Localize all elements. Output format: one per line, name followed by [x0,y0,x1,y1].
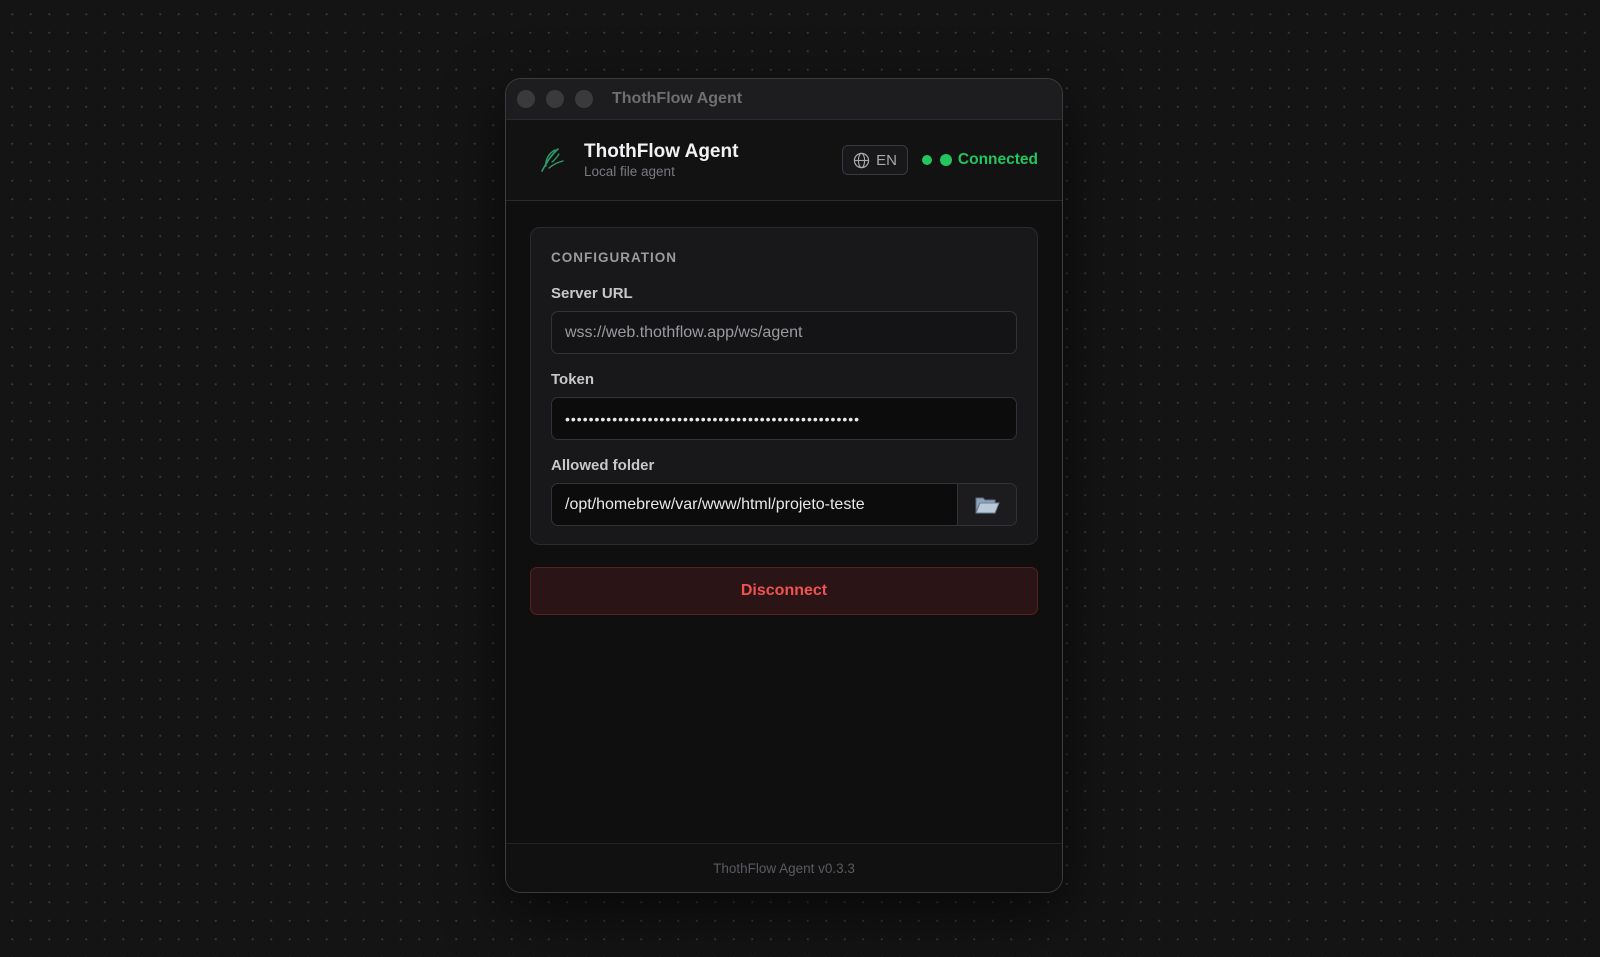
globe-icon [853,152,870,168]
feather-logo-icon [541,148,564,172]
token-input[interactable]: ••••••••••••••••••••••••••••••••••••••••… [551,397,1017,440]
window-title: ThothFlow Agent [612,90,743,107]
window-titlebar[interactable]: ThothFlow Agent [506,79,1062,120]
language-label: EN [876,151,897,169]
server-url-label: Server URL [551,285,633,302]
main-content: CONFIGURATION Server URL wss://web.thoth… [506,201,1062,615]
allowed-folder-input[interactable]: /opt/homebrew/var/www/html/projeto-teste [552,484,957,525]
configuration-card: CONFIGURATION Server URL wss://web.thoth… [530,227,1038,545]
connection-status: Connected [921,151,1038,169]
app-subtitle: Local file agent [584,163,675,179]
brand-block: ThothFlow Agent Local file agent [584,141,842,180]
window-close-button[interactable] [517,90,535,108]
browse-folder-button[interactable] [957,484,1016,525]
window-zoom-button[interactable] [575,90,593,108]
disconnect-button[interactable]: Disconnect [530,567,1038,615]
app-window: ThothFlow Agent ThothFlow Agent Local fi… [505,78,1063,893]
language-button[interactable]: EN [842,145,908,175]
window-minimize-button[interactable] [546,90,564,108]
server-url-input[interactable]: wss://web.thothflow.app/ws/agent [551,311,1017,354]
allowed-folder-row: /opt/homebrew/var/www/html/projeto-teste [551,483,1017,526]
section-title: CONFIGURATION [551,250,677,265]
app-header: ThothFlow Agent Local file agent EN Conn… [506,120,1062,201]
version-footer: ThothFlow Agent v0.3.3 [506,843,1062,892]
status-label: Connected [957,151,1038,168]
status-indicator-icon [939,154,952,166]
allowed-folder-label: Allowed folder [551,457,655,474]
status-dot-icon [921,155,932,165]
app-name: ThothFlow Agent [584,140,739,162]
folder-open-icon [975,497,1000,513]
token-label: Token [551,371,595,388]
